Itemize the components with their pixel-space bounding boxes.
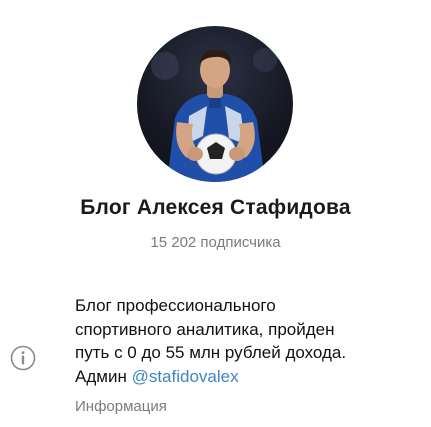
admin-username-link[interactable]: @stafidovalex: [132, 367, 239, 386]
channel-description: Блог профессионального спортивного анали…: [75, 294, 425, 388]
description-line: спортивного аналитика, пройден: [75, 319, 335, 339]
channel-title: Блог Алексея Стафидова: [80, 196, 351, 219]
admin-prefix: Админ: [75, 366, 132, 386]
description-line: путь с 0 до 55 млн рублей дохода.: [75, 343, 347, 362]
description-line: Блог профессионального: [75, 296, 276, 315]
admin-line: Админ @stafidovalex: [75, 365, 425, 389]
avatar-photo-icon: [151, 48, 277, 182]
info-section-label: Информация: [75, 398, 167, 415]
channel-avatar[interactable]: [137, 26, 293, 182]
subscriber-count: 15 202 подписчика: [150, 234, 281, 251]
info-icon: [9, 344, 37, 372]
channel-info-page: Блог Алексея Стафидова 15 202 подписчика…: [0, 0, 431, 427]
